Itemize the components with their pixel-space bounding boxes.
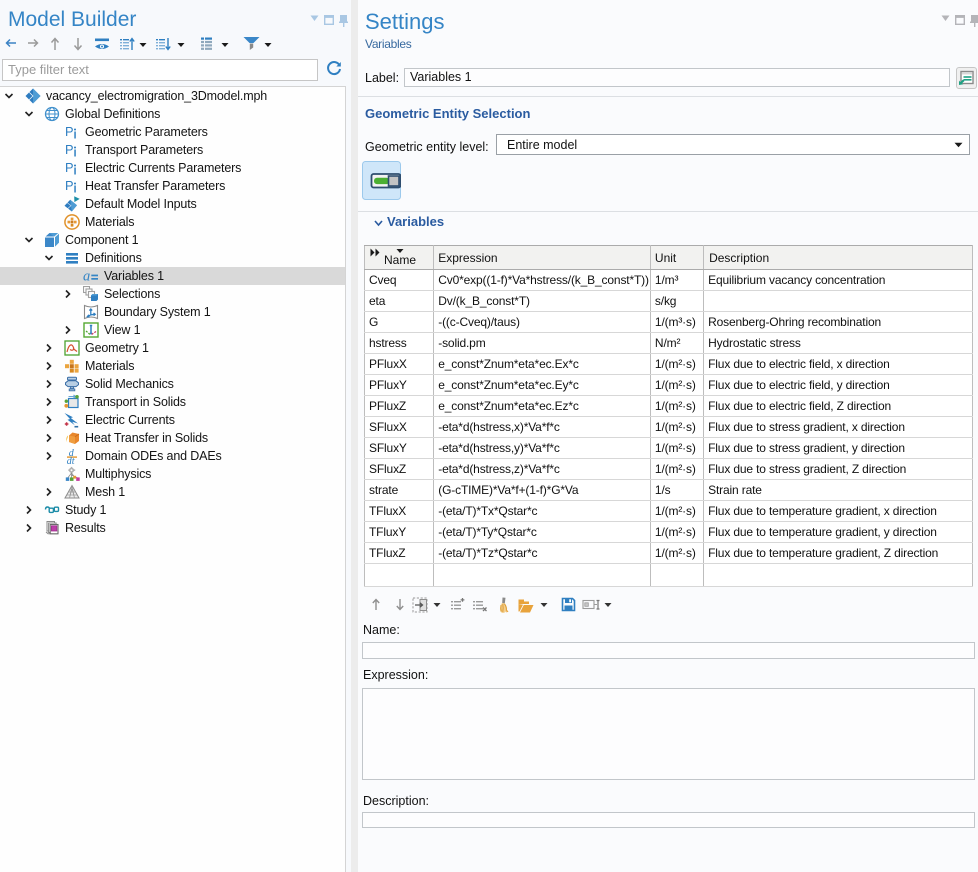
svg-text:P: P — [65, 178, 74, 193]
svg-text:P: P — [65, 160, 74, 175]
svg-text:P: P — [65, 142, 74, 157]
svg-text:P: P — [65, 124, 74, 139]
svg-text:a: a — [83, 269, 90, 285]
svg-text:dt: dt — [67, 456, 75, 464]
